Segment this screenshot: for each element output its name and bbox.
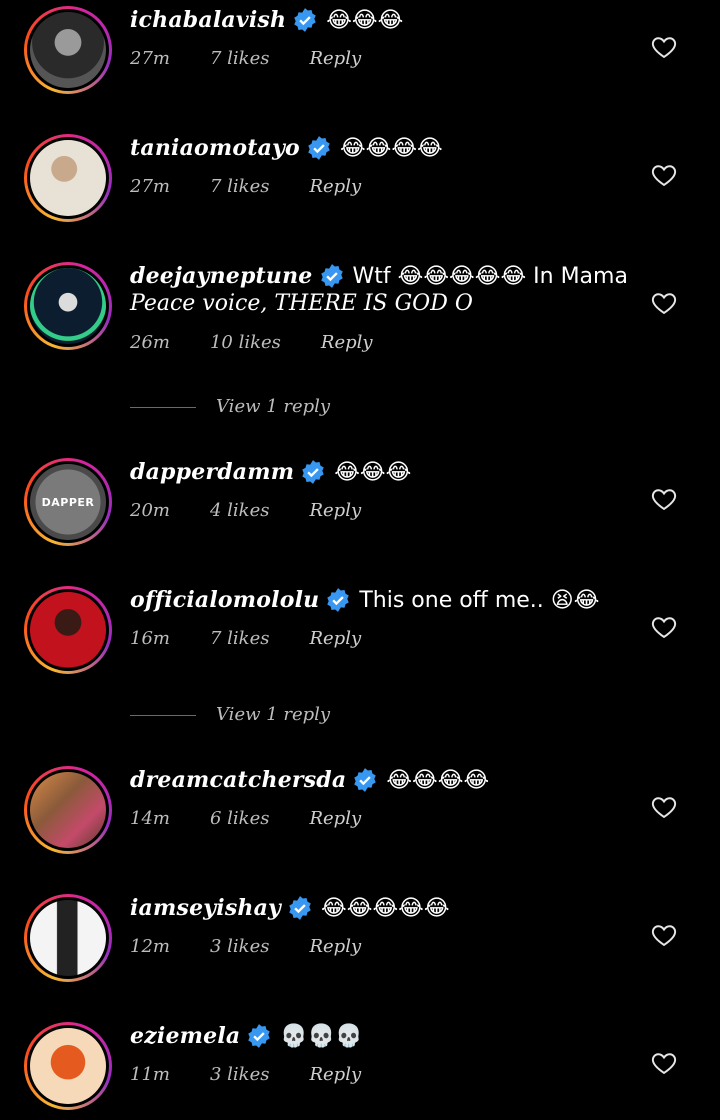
comment-time: 14m (130, 808, 170, 829)
verified-badge-icon (327, 588, 350, 612)
avatar[interactable] (24, 134, 112, 222)
comment-time: 20m (130, 500, 170, 521)
divider-line (130, 714, 196, 716)
reply-button[interactable]: Reply (309, 1064, 361, 1085)
username[interactable]: dapperdamm (130, 459, 294, 485)
avatar[interactable] (24, 6, 112, 94)
verified-badge-icon (302, 460, 324, 484)
comment-time: 16m (130, 628, 170, 649)
comment-text: 😂😂😂 (334, 460, 412, 485)
username[interactable]: officialomololu (130, 587, 319, 613)
avatar[interactable] (24, 262, 112, 350)
verified-badge-icon (320, 264, 343, 288)
heart-icon[interactable] (650, 1049, 678, 1077)
heart-icon[interactable] (650, 921, 678, 949)
username[interactable]: iamseyishay (130, 895, 281, 921)
avatar[interactable] (24, 1022, 112, 1110)
comment-text: 😂😂😂😂😂 (321, 896, 450, 921)
view-replies-button[interactable]: View 1 reply (130, 396, 330, 417)
heart-icon[interactable] (650, 613, 678, 641)
verified-badge-icon (294, 8, 316, 32)
comment-time: 27m (130, 176, 170, 197)
verified-badge-icon (248, 1024, 271, 1048)
username[interactable]: ichabalavish (130, 7, 286, 33)
avatar-logo: DAPPER (41, 495, 95, 509)
username[interactable]: eziemela (130, 1023, 240, 1049)
avatar[interactable] (24, 894, 112, 982)
comment-text: Wtf 😂😂😂😂😂 In Mama (352, 264, 628, 289)
avatar[interactable] (24, 586, 112, 674)
comment-text: 😂😂😂 (326, 8, 404, 33)
heart-icon[interactable] (650, 161, 678, 189)
username[interactable]: deejayneptune (130, 263, 313, 289)
like-count[interactable]: 10 likes (210, 332, 281, 353)
comment-time: 27m (130, 48, 170, 69)
heart-icon[interactable] (650, 793, 678, 821)
verified-badge-icon (354, 768, 377, 792)
view-replies-button[interactable]: View 1 reply (130, 704, 330, 725)
reply-button[interactable]: Reply (321, 332, 373, 353)
comment-text-continued: Peace voice, THERE IS GOD O (130, 291, 473, 316)
like-count[interactable]: 7 likes (210, 176, 269, 197)
comment-text: 😂😂😂😂 (386, 768, 490, 793)
divider-line (130, 406, 196, 408)
reply-button[interactable]: Reply (309, 808, 361, 829)
username[interactable]: dreamcatchersda (130, 767, 346, 793)
reply-button[interactable]: Reply (309, 500, 361, 521)
comment-text: This one off me.. 😫😂 (359, 588, 600, 613)
verified-badge-icon (308, 136, 330, 160)
reply-button[interactable]: Reply (309, 176, 361, 197)
avatar[interactable] (24, 766, 112, 854)
comment-time: 11m (130, 1064, 170, 1085)
avatar[interactable]: DAPPER (24, 458, 112, 546)
view-replies-label[interactable]: View 1 reply (216, 704, 330, 725)
heart-icon[interactable] (650, 289, 678, 317)
comment-text: 💀💀💀 (280, 1024, 363, 1049)
heart-icon[interactable] (650, 485, 678, 513)
like-count[interactable]: 7 likes (210, 48, 269, 69)
username[interactable]: taniaomotayo (130, 135, 300, 161)
reply-button[interactable]: Reply (309, 48, 361, 69)
comment-time: 26m (130, 332, 170, 353)
like-count[interactable]: 6 likes (210, 808, 269, 829)
heart-icon[interactable] (650, 33, 678, 61)
reply-button[interactable]: Reply (309, 936, 361, 957)
like-count[interactable]: 7 likes (210, 628, 269, 649)
view-replies-label[interactable]: View 1 reply (216, 396, 330, 417)
reply-button[interactable]: Reply (309, 628, 361, 649)
comment-time: 12m (130, 936, 170, 957)
verified-badge-icon (289, 896, 311, 920)
comment-text: 😂😂😂😂 (339, 136, 443, 161)
like-count[interactable]: 4 likes (210, 500, 269, 521)
like-count[interactable]: 3 likes (210, 1064, 269, 1085)
like-count[interactable]: 3 likes (210, 936, 269, 957)
